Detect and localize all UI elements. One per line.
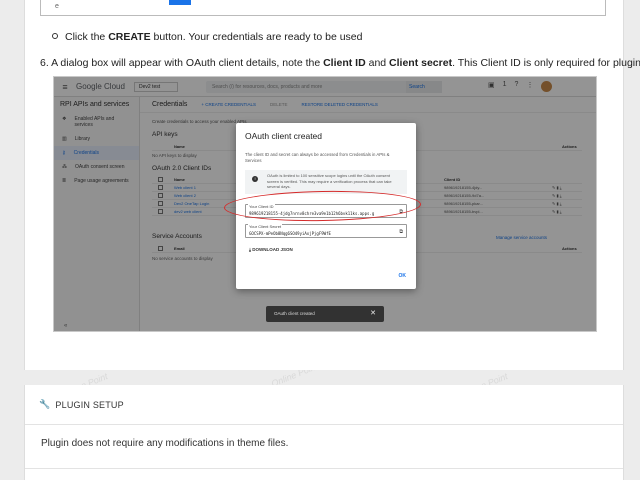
client-id-field: Your Client ID 989619218155-4jdg7nrnv8ch… xyxy=(245,204,407,218)
copy-icon: ⧉ xyxy=(399,229,403,235)
dialog-title: OAuth client created xyxy=(245,131,323,141)
dialog-description: The client ID and secret can always be a… xyxy=(245,152,390,163)
step-create: Click the CREATE button. Your credential… xyxy=(52,31,362,43)
previous-screenshot-frame: e xyxy=(40,0,606,16)
plugin-setup-header[interactable]: 🔧 PLUGIN SETUP xyxy=(25,385,623,425)
plugin-setup-body: Plugin does not require any modification… xyxy=(41,438,289,449)
frame-marker: e xyxy=(55,3,59,10)
step-6: 6. A dialog box will appear with OAuth c… xyxy=(40,57,640,69)
client-secret-field: Your Client Secret GOCSPX-mPeOb8Nqg6SO49… xyxy=(245,224,407,238)
create-button-thumb xyxy=(169,0,191,5)
bullet-icon xyxy=(52,33,58,39)
divider xyxy=(25,468,623,469)
close-icon: ✕ xyxy=(370,310,376,317)
snackbar: OAuth client created ✕ xyxy=(266,306,384,322)
google-cloud-screenshot: ≡ Google Cloud Dev2 test Search (/) for … xyxy=(53,76,597,332)
download-icon: ⤓ xyxy=(249,247,251,252)
wrench-icon: 🔧 xyxy=(39,399,51,409)
download-json-button: ⤓ DOWNLOAD JSON xyxy=(249,247,293,252)
info-icon: ! xyxy=(252,176,258,182)
dialog-info-box: ! OAuth is limited to 100 sensitive scop… xyxy=(245,170,407,194)
oauth-client-dialog: OAuth client created The client ID and s… xyxy=(236,123,416,289)
ok-button: OK xyxy=(398,273,407,279)
plugin-setup-section: 🔧 PLUGIN SETUP Plugin does not require a… xyxy=(24,385,624,480)
copy-icon: ⧉ xyxy=(399,209,403,215)
